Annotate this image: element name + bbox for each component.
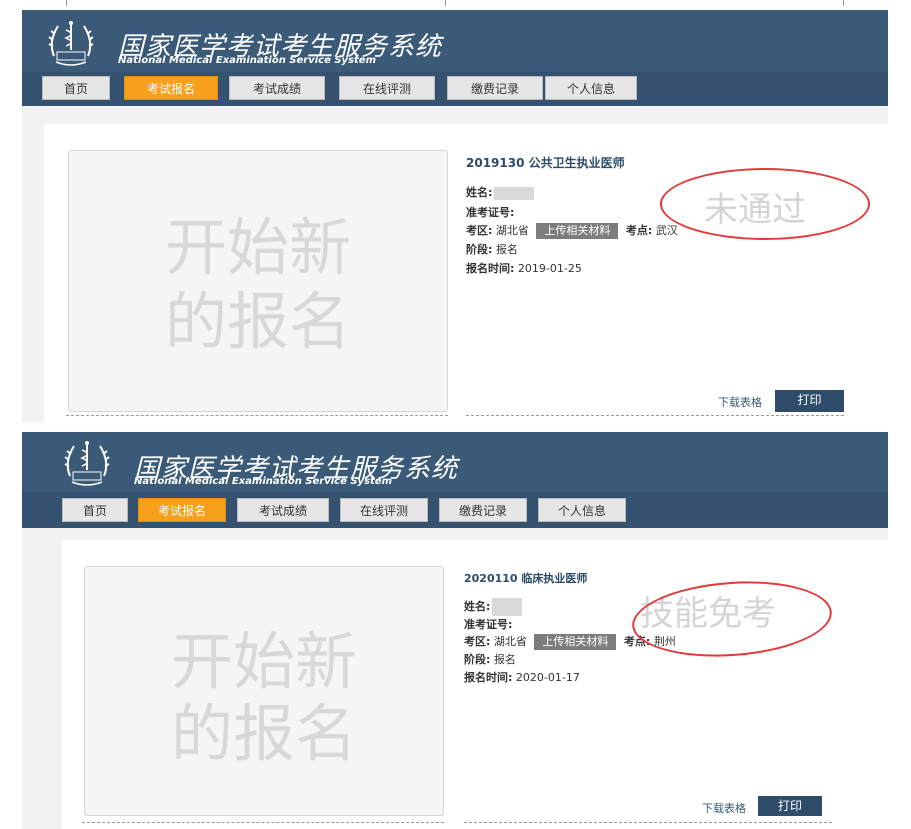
divider	[82, 822, 444, 823]
nav-profile[interactable]: 个人信息	[538, 498, 626, 522]
reg-time-label: 报名时间:	[464, 671, 513, 684]
nav-scores[interactable]: 考试成绩	[237, 498, 329, 522]
nav-payments[interactable]: 缴费记录	[439, 498, 527, 522]
site-header: 国家医学考试考生服务系统 National Medical Examinatio…	[22, 10, 888, 72]
divider	[464, 822, 832, 823]
screenshot-panel-1: 国家医学考试考生服务系统 National Medical Examinatio…	[0, 0, 911, 422]
nav-home[interactable]: 首页	[42, 76, 110, 100]
exam-title: 2020110 临床执业医师	[464, 572, 588, 585]
region-label: 考区:	[466, 224, 493, 237]
red-ellipse-annotation	[660, 168, 870, 240]
new-registration-line2: 的报名	[170, 697, 357, 770]
site-header: 国家医学考试考生服务系统 National Medical Examinatio…	[22, 432, 888, 492]
site-label: 考点:	[625, 224, 653, 237]
name-row: 姓名:	[464, 598, 523, 616]
stage-row: 阶段: 报名	[466, 241, 518, 257]
name-label: 姓名:	[464, 600, 491, 613]
nav-online-test[interactable]: 在线评测	[339, 76, 435, 100]
region-value: 湖北省	[495, 224, 529, 237]
site-subtitle: National Medical Examination Service Sys…	[134, 476, 393, 487]
reg-time-row: 报名时间: 2019-01-25	[466, 260, 582, 276]
upload-materials-button[interactable]: 上传相关材料	[536, 223, 619, 239]
download-form-link[interactable]: 下载表格	[702, 800, 746, 816]
emblem-logo-icon	[48, 21, 94, 66]
content-area: 开始新 的报名 2019130 公共卫生执业医师 姓名: 准考证号: 考区: 湖…	[22, 106, 888, 422]
nav-scores[interactable]: 考试成绩	[229, 76, 325, 100]
region-row: 考区: 湖北省 上传相关材料 考点: 武汉	[466, 222, 678, 239]
emblem-logo-icon	[64, 441, 110, 486]
top-strip	[0, 0, 911, 10]
ticket-row: 准考证号:	[466, 204, 514, 220]
stage-label: 阶段:	[464, 653, 491, 666]
nav-registration[interactable]: 考试报名	[138, 498, 226, 522]
divider	[66, 415, 448, 416]
stage-value: 报名	[493, 653, 516, 666]
region-value: 湖北省	[493, 635, 527, 648]
new-registration-line1: 开始新	[170, 625, 357, 698]
name-row: 姓名:	[466, 184, 535, 200]
registration-card: 开始新 的报名 2020110 临床执业医师 姓名: 准考证号: 考区: 湖北省…	[62, 540, 888, 829]
nav-home[interactable]: 首页	[62, 498, 128, 522]
new-registration-line2: 的报名	[164, 285, 351, 358]
reg-time-row: 报名时间: 2020-01-17	[464, 669, 580, 685]
exam-title: 2019130 公共卫生执业医师	[466, 156, 625, 170]
print-button[interactable]: 打印	[775, 390, 844, 412]
stage-value: 报名	[495, 243, 518, 256]
upload-materials-button[interactable]: 上传相关材料	[534, 634, 617, 650]
download-form-link[interactable]: 下载表格	[718, 394, 762, 410]
stage-label: 阶段:	[466, 243, 493, 256]
stage-row: 阶段: 报名	[464, 651, 516, 667]
new-registration-line1: 开始新	[164, 211, 351, 284]
new-registration-box[interactable]: 开始新 的报名	[68, 150, 448, 412]
name-label: 姓名:	[466, 186, 493, 199]
redacted-name	[494, 186, 535, 200]
region-label: 考区:	[464, 635, 491, 648]
reg-time-value: 2020-01-17	[515, 671, 580, 684]
ticket-label: 准考证号:	[464, 618, 513, 631]
ticket-row: 准考证号:	[464, 616, 512, 632]
nav-online-test[interactable]: 在线评测	[340, 498, 428, 522]
site-value: 武汉	[655, 224, 678, 237]
main-nav: 首页 考试报名 考试成绩 在线评测 缴费记录 个人信息	[22, 492, 888, 528]
main-nav: 首页 考试报名 考试成绩 在线评测 缴费记录 个人信息	[22, 72, 888, 106]
ticket-label: 准考证号:	[466, 206, 515, 219]
redacted-name	[492, 598, 523, 616]
nav-profile[interactable]: 个人信息	[545, 76, 637, 100]
print-button[interactable]: 打印	[758, 796, 822, 816]
site-subtitle: National Medical Examination Service Sys…	[118, 55, 377, 66]
divider	[466, 415, 844, 416]
registration-card: 开始新 的报名 2019130 公共卫生执业医师 姓名: 准考证号: 考区: 湖…	[44, 124, 888, 422]
nav-registration[interactable]: 考试报名	[124, 76, 218, 100]
reg-time-value: 2019-01-25	[517, 262, 582, 275]
new-registration-box[interactable]: 开始新 的报名	[84, 566, 444, 816]
screenshot-panel-2: 国家医学考试考生服务系统 National Medical Examinatio…	[0, 422, 911, 829]
content-area: 开始新 的报名 2020110 临床执业医师 姓名: 准考证号: 考区: 湖北省…	[22, 528, 888, 829]
nav-payments[interactable]: 缴费记录	[447, 76, 543, 100]
reg-time-label: 报名时间:	[466, 262, 515, 275]
